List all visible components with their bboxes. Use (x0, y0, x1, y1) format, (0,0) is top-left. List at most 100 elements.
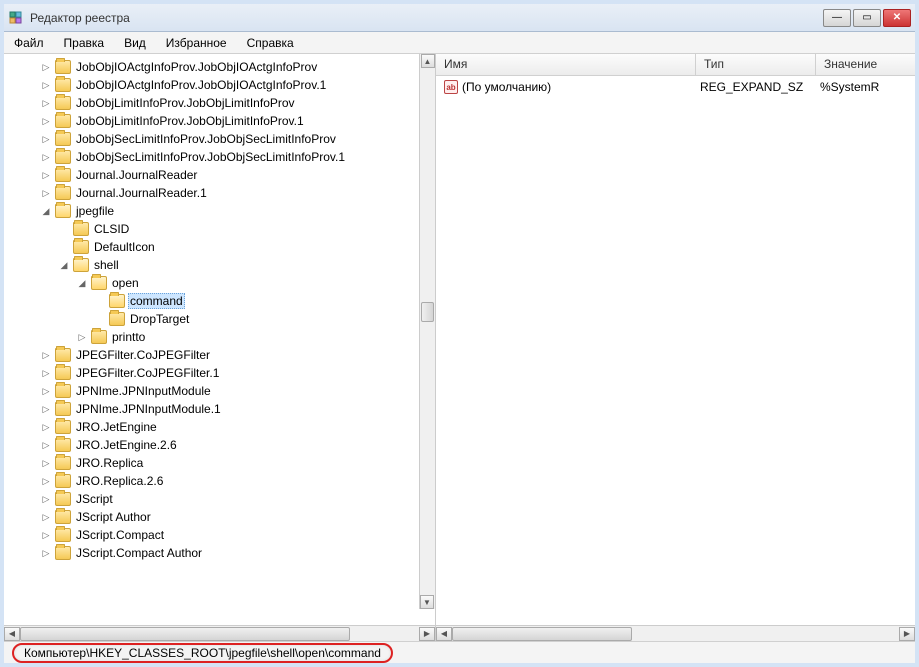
tree-label[interactable]: JScript.Compact Author (74, 546, 204, 560)
tree-label[interactable]: JRO.JetEngine.2.6 (74, 438, 179, 452)
expander-icon[interactable]: ▷ (76, 331, 88, 343)
tree-label[interactable]: JScript (74, 492, 115, 506)
expander-icon[interactable]: ▷ (40, 349, 52, 361)
expander-icon[interactable]: ▷ (40, 79, 52, 91)
tree-node[interactable]: ▷ JPNIme.JPNInputModule.1 (40, 400, 435, 418)
expander-icon[interactable]: ▷ (40, 529, 52, 541)
tree-node[interactable]: ▷JPEGFilter.CoJPEGFilter.1 (40, 364, 435, 382)
menu-favorites[interactable]: Избранное (162, 34, 231, 52)
expander-icon[interactable]: ◢ (58, 259, 70, 271)
tree-node[interactable]: ▷CLSID (40, 220, 435, 238)
tree-node[interactable]: ▷ JRO.Replica (40, 454, 435, 472)
scroll-thumb[interactable] (452, 627, 632, 641)
tree-node[interactable]: ▷ JobObjLimitInfoProv.JobObjLimitInfoProv… (40, 112, 435, 130)
tree-node[interactable]: ▷ JobObjIOActgInfoProv.JobObjIOActgInfoPr… (40, 76, 435, 94)
tree-node[interactable]: ▷ JobObjIOActgInfoProv.JobObjIOActgInfoPr… (40, 58, 435, 76)
scroll-left-arrow-icon[interactable]: ◀ (4, 627, 20, 641)
expander-icon[interactable]: ▷ (40, 151, 52, 163)
scroll-left-arrow-icon[interactable]: ◀ (436, 627, 452, 641)
maximize-button[interactable]: ▭ (853, 9, 881, 27)
expander-icon[interactable]: ▷ (40, 547, 52, 559)
scroll-up-arrow-icon[interactable]: ▲ (421, 54, 435, 68)
expander-icon[interactable]: ▷ (40, 385, 52, 397)
minimize-button[interactable]: — (823, 9, 851, 27)
scroll-track[interactable] (452, 627, 899, 641)
tree-label[interactable]: DropTarget (128, 312, 191, 326)
tree-node[interactable]: ▷ JRO.JetEngine.2.6 (40, 436, 435, 454)
tree-node[interactable]: ▷ printto (40, 328, 435, 346)
tree-label[interactable]: JRO.Replica (74, 456, 145, 470)
expander-icon[interactable]: ▷ (40, 439, 52, 451)
scroll-down-arrow-icon[interactable]: ▼ (420, 595, 434, 609)
scroll-right-arrow-icon[interactable]: ▶ (419, 627, 435, 641)
tree-node-open[interactable]: ◢ open (40, 274, 435, 292)
tree-node[interactable]: ▷ JScript.Compact (40, 526, 435, 544)
expander-icon[interactable]: ▷ (40, 475, 52, 487)
tree-label[interactable]: JPEGFilter.CoJPEGFilter (74, 348, 212, 362)
tree-label[interactable]: JPEGFilter.CoJPEGFilter.1 (74, 366, 221, 380)
menu-view[interactable]: Вид (120, 34, 150, 52)
expander-icon[interactable]: ▷ (40, 493, 52, 505)
tree-label[interactable]: JobObjSecLimitInfoProv.JobObjSecLimitInf… (74, 150, 347, 164)
tree-label[interactable]: JRO.Replica.2.6 (74, 474, 165, 488)
tree-label[interactable]: jpegfile (74, 204, 116, 218)
expander-icon[interactable]: ▷ (40, 169, 52, 181)
expander-icon[interactable]: ▷ (40, 61, 52, 73)
tree-label-selected[interactable]: command (128, 293, 185, 309)
tree-label[interactable]: CLSID (92, 222, 131, 236)
tree-node[interactable]: ▷JobObjLimitInfoProv.JobObjLimitInfoProv (40, 94, 435, 112)
tree-node[interactable]: ▷ JPEGFilter.CoJPEGFilter (40, 346, 435, 364)
column-header-data[interactable]: Значение (816, 54, 915, 75)
expander-icon[interactable]: ▷ (40, 457, 52, 469)
close-button[interactable]: ✕ (883, 9, 911, 27)
menu-help[interactable]: Справка (243, 34, 298, 52)
tree-node[interactable]: ▷ JobObjSecLimitInfoProv.JobObjSecLimitIn… (40, 130, 435, 148)
tree-label[interactable]: JPNIme.JPNInputModule (74, 384, 213, 398)
list-row[interactable]: ab (По умолчанию) REG_EXPAND_SZ %SystemR (436, 78, 915, 96)
expander-icon[interactable]: ◢ (76, 277, 88, 289)
column-header-type[interactable]: Тип (696, 54, 816, 75)
tree-node[interactable]: ▷DefaultIcon (40, 238, 435, 256)
tree-label[interactable]: JScript.Compact (74, 528, 166, 542)
scroll-thumb[interactable] (20, 627, 350, 641)
tree-node[interactable]: ▷JRO.JetEngine (40, 418, 435, 436)
tree-node[interactable]: ▷ JPNIme.JPNInputModule (40, 382, 435, 400)
tree-view[interactable]: ▷ JobObjIOActgInfoProv.JobObjIOActgInfoPr… (4, 54, 435, 625)
tree-label[interactable]: JobObjLimitInfoProv.JobObjLimitInfoProv.… (74, 114, 306, 128)
tree-vertical-scrollbar[interactable]: ▲ ▼ (419, 54, 435, 609)
tree-node-command[interactable]: ▷command (40, 292, 435, 310)
menu-edit[interactable]: Правка (60, 34, 109, 52)
expander-icon[interactable]: ◢ (40, 205, 52, 217)
expander-icon[interactable]: ▷ (40, 511, 52, 523)
tree-horizontal-scrollbar[interactable]: ◀ ▶ (4, 625, 435, 641)
tree-node[interactable]: ▷ JScript Author (40, 508, 435, 526)
tree-label[interactable]: JobObjSecLimitInfoProv.JobObjSecLimitInf… (74, 132, 338, 146)
tree-node[interactable]: ▷Journal.JournalReader.1 (40, 184, 435, 202)
tree-node-jpegfile[interactable]: ◢ jpegfile (40, 202, 435, 220)
scroll-right-arrow-icon[interactable]: ▶ (899, 627, 915, 641)
tree-label[interactable]: DefaultIcon (92, 240, 157, 254)
tree-node[interactable]: ▷ JScript (40, 490, 435, 508)
list-horizontal-scrollbar[interactable]: ◀ ▶ (436, 625, 915, 641)
tree-label[interactable]: JobObjIOActgInfoProv.JobObjIOActgInfoPro… (74, 78, 328, 92)
expander-icon[interactable]: ▷ (40, 115, 52, 127)
expander-icon[interactable]: ▷ (40, 187, 52, 199)
tree-label[interactable]: Journal.JournalReader (74, 168, 199, 182)
tree-label[interactable]: open (110, 276, 141, 290)
menu-file[interactable]: Файл (10, 34, 48, 52)
tree-label[interactable]: shell (92, 258, 121, 272)
tree-label[interactable]: JobObjIOActgInfoProv.JobObjIOActgInfoPro… (74, 60, 319, 74)
expander-icon[interactable]: ▷ (40, 133, 52, 145)
tree-node[interactable]: ▷ JScript.Compact Author (40, 544, 435, 562)
titlebar[interactable]: Редактор реестра — ▭ ✕ (4, 4, 915, 32)
tree-node[interactable]: ▷ Journal.JournalReader (40, 166, 435, 184)
tree-label[interactable]: printto (110, 330, 147, 344)
tree-label[interactable]: JRO.JetEngine (74, 420, 159, 434)
expander-icon[interactable]: ▷ (40, 403, 52, 415)
tree-label[interactable]: JScript Author (74, 510, 153, 524)
column-header-name[interactable]: Имя (436, 54, 696, 75)
tree-label[interactable]: JPNIme.JPNInputModule.1 (74, 402, 223, 416)
tree-node[interactable]: ▷ JobObjSecLimitInfoProv.JobObjSecLimitIn… (40, 148, 435, 166)
scroll-thumb[interactable] (421, 302, 434, 322)
scroll-track[interactable] (20, 627, 419, 641)
